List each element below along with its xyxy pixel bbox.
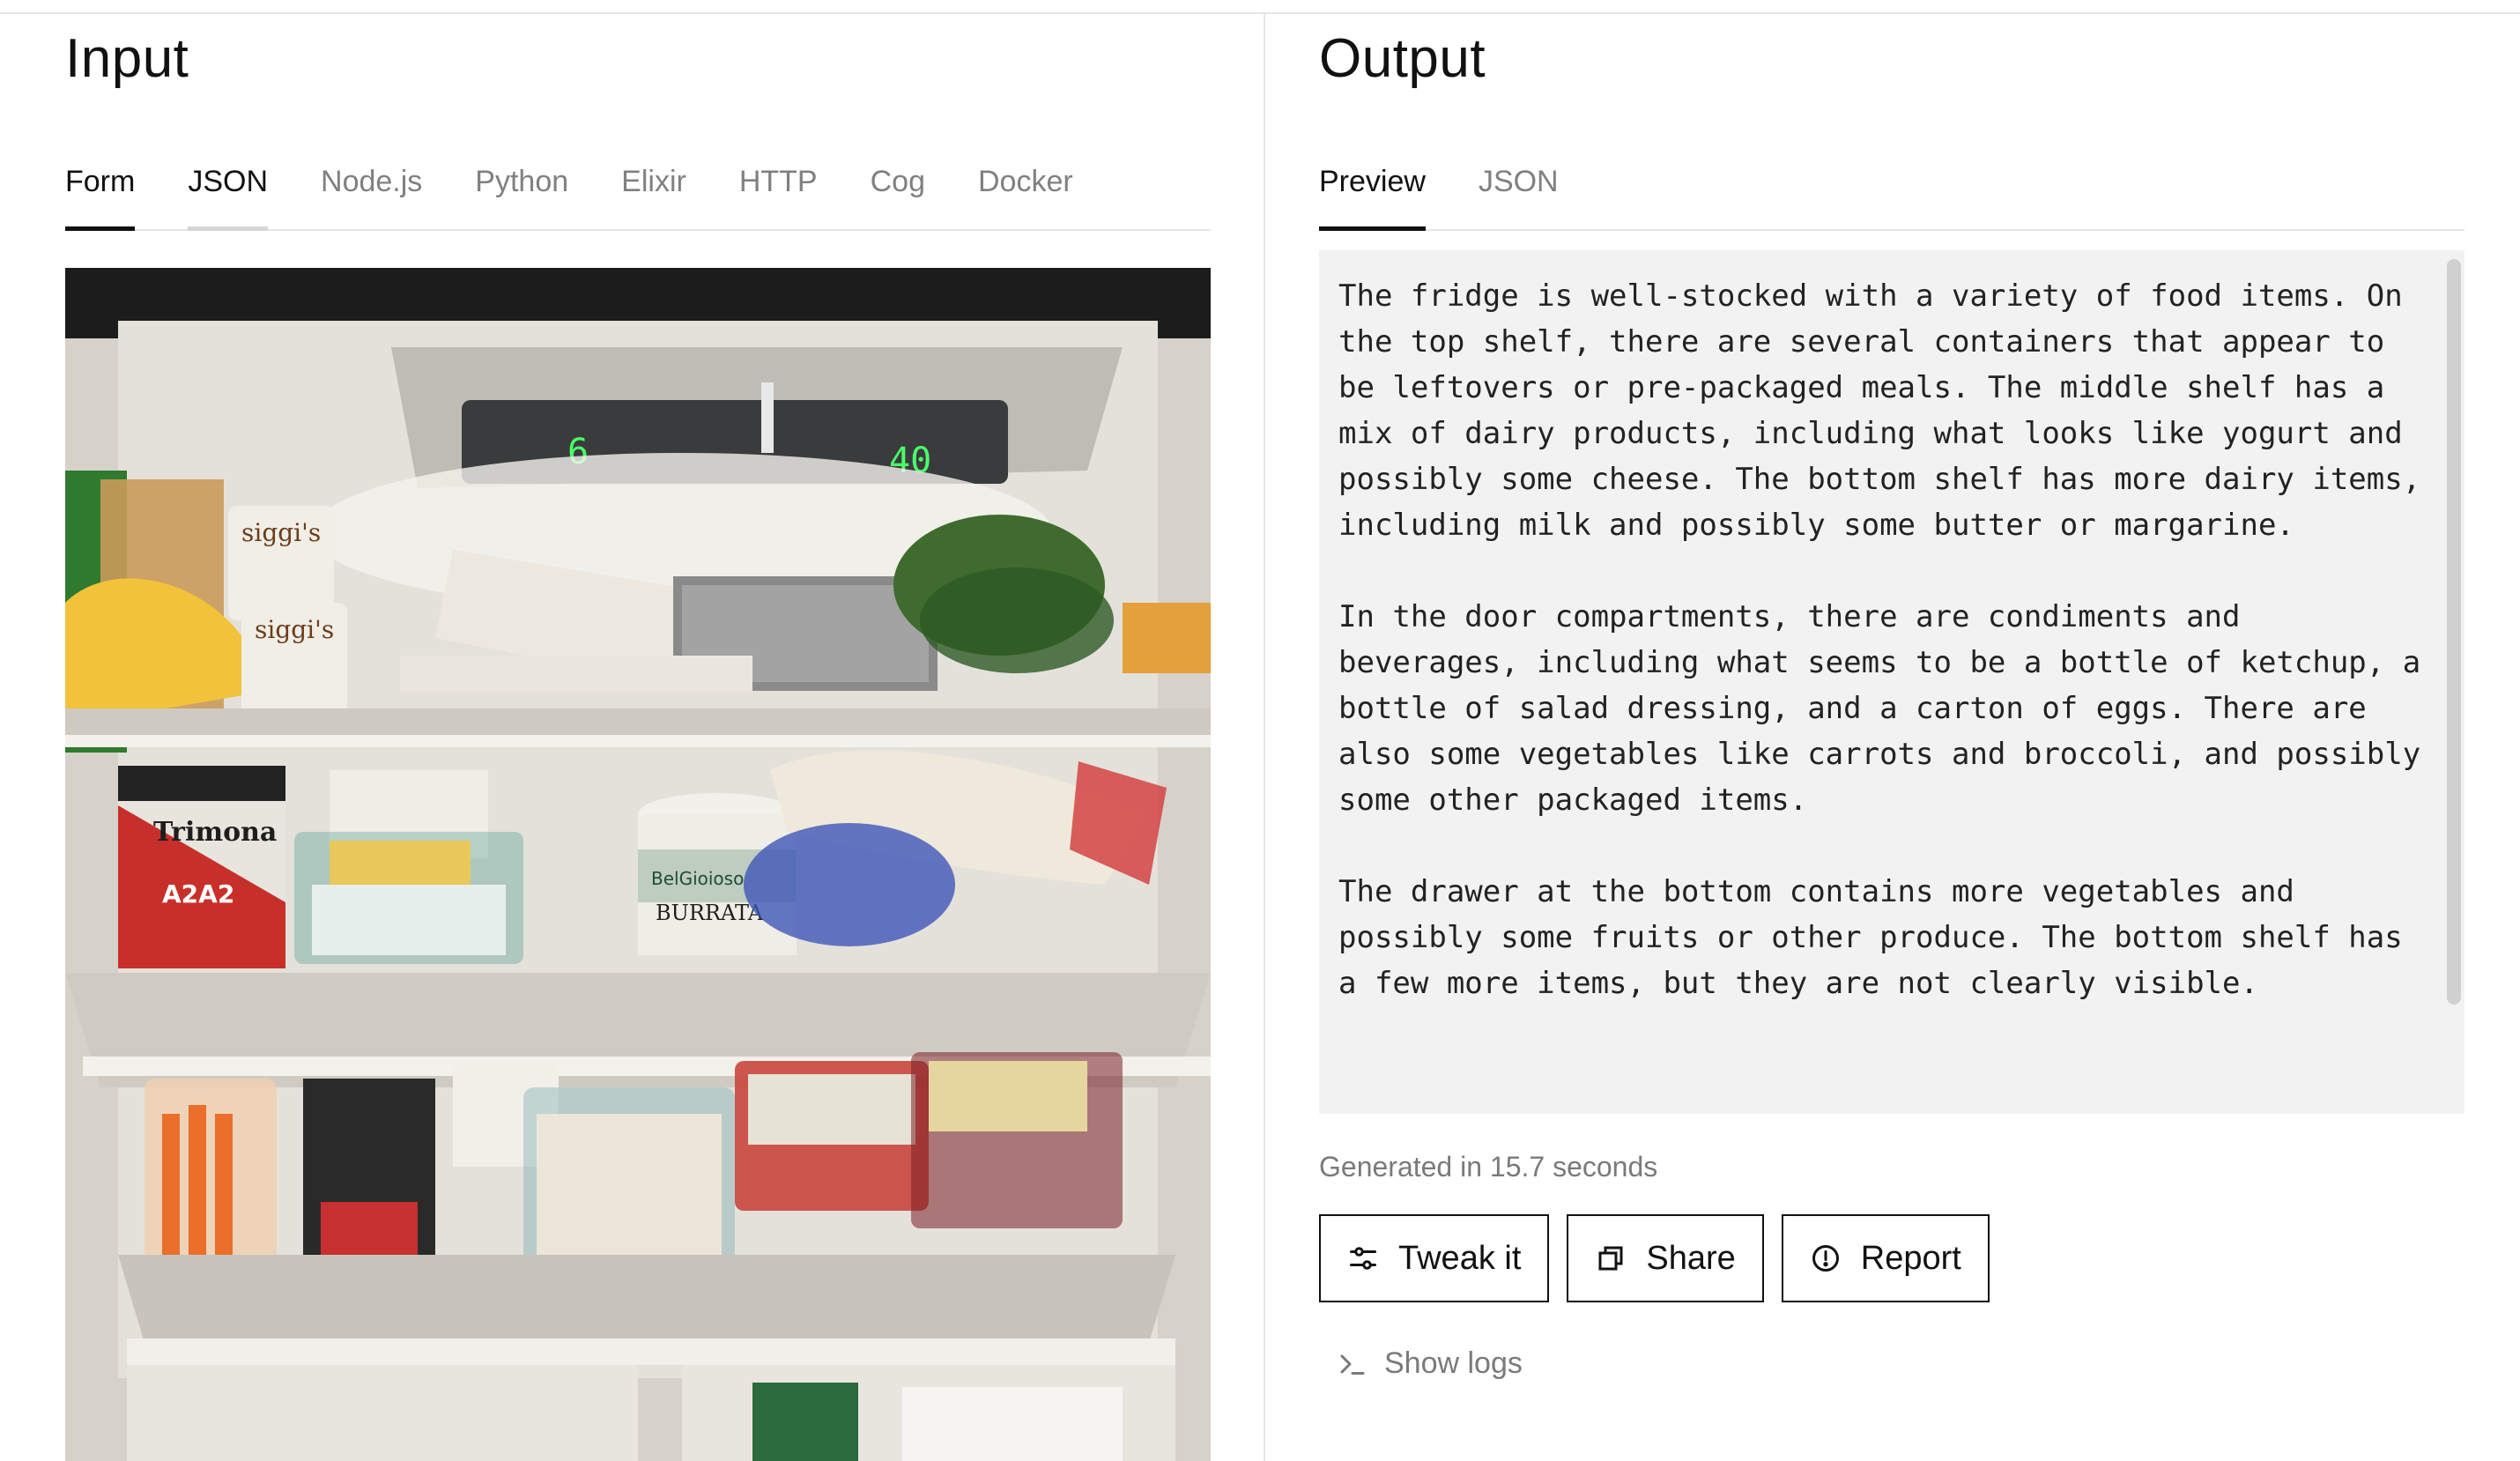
tab-nodejs[interactable]: Node.js bbox=[321, 137, 422, 229]
report-button[interactable]: Report bbox=[1781, 1214, 1990, 1302]
cheese-brand: BelGioioso bbox=[651, 868, 744, 889]
yogurt-brand-1: siggi's bbox=[241, 518, 321, 547]
sliders-icon bbox=[1350, 1247, 1376, 1270]
top-border bbox=[0, 0, 2520, 14]
tab-cog[interactable]: Cog bbox=[871, 137, 925, 229]
tweak-it-button[interactable]: Tweak it bbox=[1319, 1214, 1550, 1302]
panel-divider bbox=[1264, 14, 1265, 1461]
report-label: Report bbox=[1860, 1239, 1961, 1277]
cheese-label: BURRATA bbox=[656, 901, 764, 925]
tab-docker[interactable]: Docker bbox=[978, 137, 1073, 229]
output-heading: Output bbox=[1319, 28, 1486, 89]
tab-form[interactable]: Form bbox=[65, 137, 136, 231]
generation-time: Generated in 15.7 seconds bbox=[1319, 1151, 1658, 1183]
yogurt-brand-2: siggi's bbox=[255, 615, 334, 644]
action-buttons: Tweak it Share Report bbox=[1319, 1214, 1990, 1302]
terminal-icon bbox=[1340, 1354, 1365, 1375]
output-text-box[interactable]: The fridge is well-stocked with a variet… bbox=[1319, 250, 2464, 1114]
show-logs-toggle[interactable]: Show logs bbox=[1337, 1346, 1523, 1381]
output-scrollbar[interactable] bbox=[2447, 259, 2461, 1005]
tab-preview[interactable]: Preview bbox=[1319, 137, 1426, 231]
tab-python[interactable]: Python bbox=[475, 137, 568, 229]
input-tabs: Form JSON Node.js Python Elixir HTTP Cog… bbox=[65, 137, 1211, 231]
tab-http[interactable]: HTTP bbox=[739, 137, 818, 229]
share-button[interactable]: Share bbox=[1567, 1214, 1764, 1302]
tab-output-json[interactable]: JSON bbox=[1479, 137, 1559, 229]
share-label: Share bbox=[1646, 1239, 1736, 1277]
output-text: The fridge is well-stocked with a variet… bbox=[1338, 278, 2421, 1001]
tub-brand: Trimona bbox=[153, 817, 277, 848]
tab-elixir[interactable]: Elixir bbox=[621, 137, 686, 229]
tweak-it-label: Tweak it bbox=[1398, 1239, 1522, 1277]
tab-json[interactable]: JSON bbox=[188, 137, 268, 231]
alert-circle-icon bbox=[1812, 1245, 1839, 1272]
tub-label: A2A2 bbox=[162, 879, 234, 908]
show-logs-label: Show logs bbox=[1384, 1346, 1523, 1380]
copy-icon bbox=[1598, 1246, 1623, 1271]
input-image: 6 40 siggi's siggi's Trimona A2A2 BelGio… bbox=[65, 268, 1211, 1461]
input-heading: Input bbox=[65, 28, 189, 89]
output-tabs: Preview JSON bbox=[1319, 137, 2464, 231]
